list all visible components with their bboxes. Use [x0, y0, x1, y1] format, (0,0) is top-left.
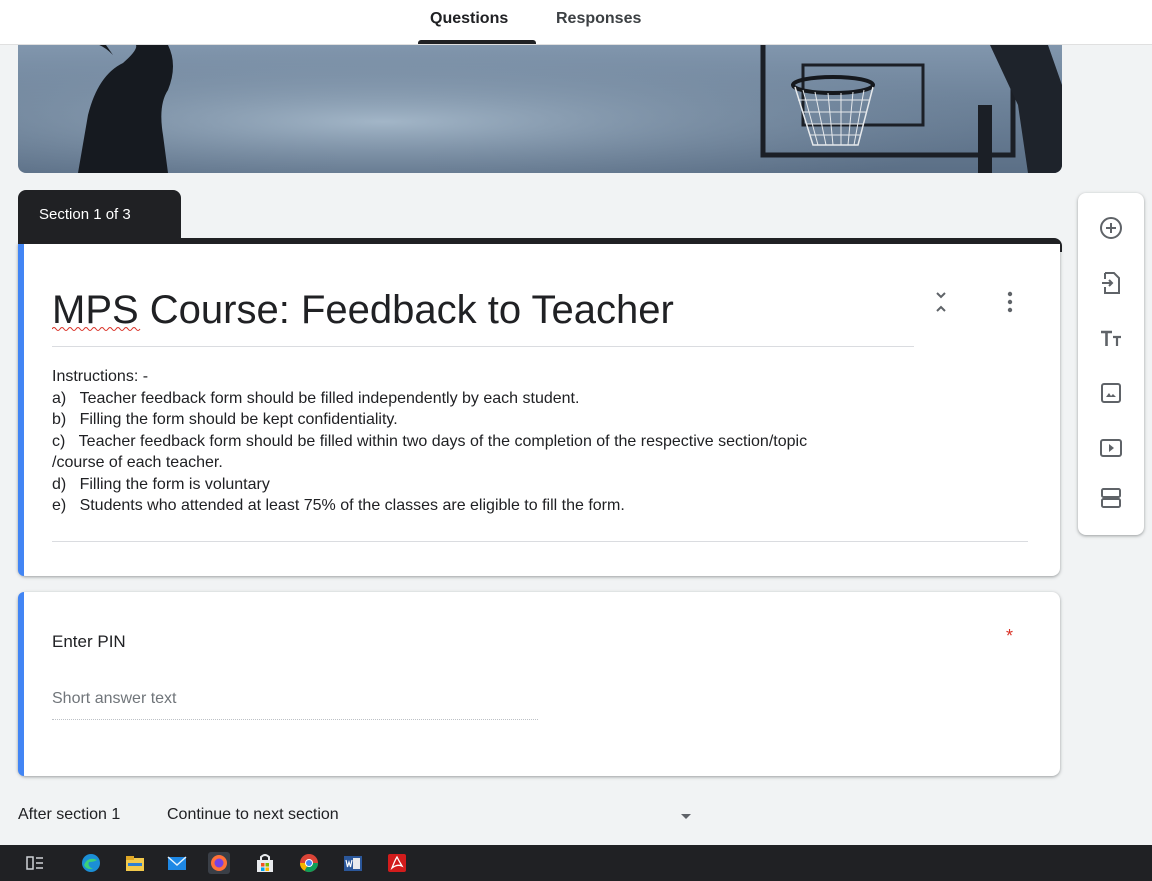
task-view-icon[interactable] — [24, 852, 46, 874]
description-line: a) Teacher feedback form should be fille… — [52, 389, 580, 407]
after-section-label: After section 1 — [18, 806, 121, 823]
add-question-icon[interactable] — [1098, 215, 1124, 241]
description-line: b) Filling the form should be kept confi… — [52, 411, 398, 428]
import-questions-icon[interactable] — [1098, 270, 1124, 296]
form-title-card[interactable]: MPS Course: Feedback to Teacher Instruct… — [18, 244, 1060, 576]
question-accent-bar — [18, 592, 24, 776]
firefox-icon[interactable] — [208, 852, 230, 874]
active-tab-indicator — [418, 40, 536, 44]
description-line: Instructions: - — [52, 368, 149, 385]
question-card[interactable]: Enter PIN * Short answer text — [18, 592, 1060, 776]
description-line: e) Students who attended at least 75% of… — [52, 497, 625, 514]
word-icon[interactable] — [342, 852, 364, 874]
question-title[interactable]: Enter PIN — [52, 632, 126, 652]
description-line: /course of each teacher. — [52, 454, 223, 471]
collapse-section-icon[interactable] — [933, 290, 949, 314]
more-options-icon[interactable] — [1000, 290, 1020, 314]
file-explorer-icon[interactable] — [124, 852, 146, 874]
add-title-icon[interactable] — [1098, 326, 1124, 352]
edge-icon[interactable] — [80, 852, 102, 874]
header-image — [18, 45, 1062, 173]
description-line: c) Teacher feedback form should be fille… — [52, 432, 808, 450]
form-description[interactable]: Instructions: - a) Teacher feedback form… — [52, 366, 1028, 517]
add-section-icon[interactable] — [1098, 485, 1124, 511]
short-answer-placeholder: Short answer text — [52, 690, 177, 707]
chrome-icon[interactable] — [298, 852, 320, 874]
acrobat-icon[interactable] — [386, 852, 408, 874]
section-label: Section 1 of 3 — [39, 206, 131, 223]
add-video-icon[interactable] — [1098, 435, 1124, 461]
title-underline — [52, 346, 914, 347]
store-icon[interactable] — [254, 852, 276, 874]
os-taskbar — [0, 845, 1152, 881]
top-tab-bar: Questions Responses — [0, 0, 1152, 45]
floating-toolbar — [1078, 193, 1144, 535]
after-section-select[interactable]: Continue to next section — [167, 806, 339, 824]
form-title[interactable]: MPS Course: Feedback to Teacher — [52, 288, 674, 333]
required-asterisk: * — [1006, 626, 1014, 646]
description-underline — [52, 541, 1028, 542]
tab-responses[interactable]: Responses — [556, 10, 641, 28]
spellcheck-underline — [52, 327, 141, 331]
after-section-row: After section 1 Continue to next section — [18, 806, 339, 824]
description-line: d) Filling the form is voluntary — [52, 475, 270, 493]
add-image-icon[interactable] — [1098, 380, 1124, 406]
section-tab: Section 1 of 3 — [18, 190, 181, 240]
tab-questions[interactable]: Questions — [430, 10, 508, 28]
focus-accent-bar — [18, 244, 24, 576]
mail-icon[interactable] — [166, 852, 188, 874]
short-answer-underline — [52, 719, 538, 720]
dropdown-arrow-icon[interactable] — [681, 814, 691, 819]
